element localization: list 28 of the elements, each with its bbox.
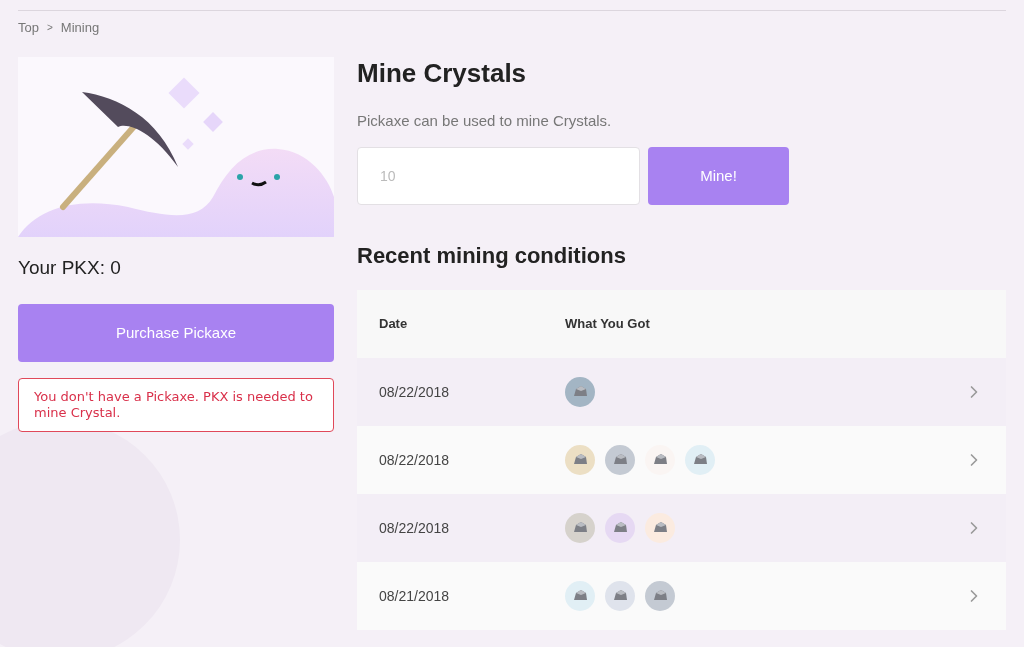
crystal-icon [565, 445, 595, 475]
crystal-icon [605, 513, 635, 543]
crystal-icon [565, 513, 595, 543]
date-cell-text: 08/22/2018 [379, 518, 451, 538]
crystal-icon [645, 581, 675, 611]
amount-input-field[interactable]: 10 [357, 147, 640, 205]
history-row[interactable]: 08/22/2018 [357, 426, 1006, 494]
history-row[interactable]: 08/21/2018 [357, 562, 1006, 630]
error-alert: You don't have a Pickaxe. PKX is needed to mine Crystal. [18, 378, 334, 432]
crystal-icon [645, 513, 675, 543]
crystal-icon [565, 377, 595, 407]
column-header: Date [379, 315, 409, 334]
column-header: What You Got [565, 315, 650, 334]
date-cell-text: 08/22/2018 [379, 450, 451, 470]
crystal-icon [685, 445, 715, 475]
breadcrumb-separator: > [46, 21, 53, 36]
breadcrumb-item: Mining [60, 19, 100, 37]
date-cell-text: 08/22/2018 [379, 382, 451, 402]
page-title: Mine Crystals [357, 56, 528, 89]
date-cell-text: 08/21/2018 [379, 586, 451, 606]
crystal-icon [605, 581, 635, 611]
pkx-balance: Your PKX: 0 [18, 255, 122, 280]
crystal-icon [605, 445, 635, 475]
description: Pickaxe can be used to mine Crystals. [357, 110, 613, 131]
crystal-icon [645, 445, 675, 475]
breadcrumb-item[interactable]: Top [18, 18, 39, 38]
section-title: Recent mining conditions [357, 242, 627, 270]
crystal-icon [565, 581, 595, 611]
